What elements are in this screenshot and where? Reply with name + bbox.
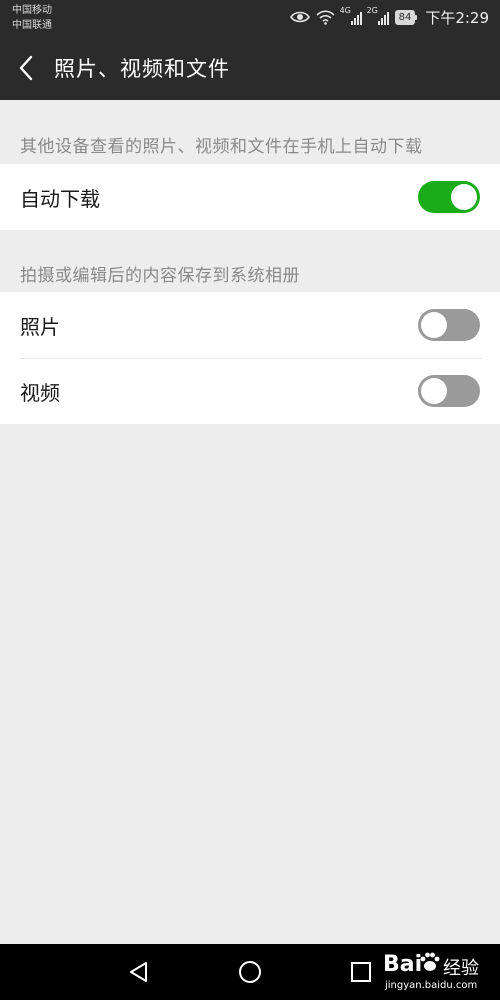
battery-level: 84 [398, 11, 412, 23]
screen: 中国移动 中国联通 4G 2G 84 下午2:29 照片、视频和文件 其他设备查… [0, 0, 500, 1000]
settings-group-save-to-album: 照片 视频 [0, 292, 500, 424]
carrier-2: 中国联通 [12, 20, 52, 31]
paw-icon [420, 952, 440, 971]
section-caption-save-to-album: 拍摄或编辑后的内容保存到系统相册 [20, 266, 300, 286]
carrier-info: 中国移动 中国联通 [12, 3, 52, 33]
battery-icon: 84 [394, 9, 418, 25]
toggle-knob [421, 312, 447, 338]
nav-back-button[interactable] [125, 958, 153, 986]
watermark-brand-a: Bai [383, 952, 423, 977]
signal-4g-icon: 4G [339, 6, 362, 25]
clock: 下午2:29 [425, 8, 489, 27]
wifi-icon [316, 9, 335, 25]
back-arrow-icon [19, 55, 33, 81]
auto-download-toggle[interactable] [418, 181, 480, 213]
setting-row-videos[interactable]: 视频 [0, 358, 500, 424]
net-type-1: 4G [339, 6, 351, 15]
status-bar: 中国移动 中国联通 4G 2G 84 下午2:29 [0, 0, 500, 36]
toggle-knob [451, 184, 477, 210]
setting-row-photos[interactable]: 照片 [0, 292, 500, 358]
nav-recents-button[interactable] [347, 958, 375, 986]
setting-label: 照片 [20, 314, 60, 339]
triangle-back-icon [130, 962, 147, 982]
watermark-url: jingyan.baidu.com [385, 980, 478, 991]
page-title: 照片、视频和文件 [54, 57, 230, 81]
circle-home-icon [239, 961, 261, 983]
nav-home-button[interactable] [236, 958, 264, 986]
status-icons: 4G 2G 84 下午2:29 [289, 6, 489, 28]
section-caption-auto-download: 其他设备查看的照片、视频和文件在手机上自动下载 [20, 137, 423, 157]
setting-row-auto-download[interactable]: 自动下载 [0, 164, 500, 230]
square-recents-icon [351, 962, 371, 982]
toggle-knob [421, 378, 447, 404]
eye-icon [289, 11, 310, 23]
videos-toggle[interactable] [418, 375, 480, 407]
carrier-1: 中国移动 [12, 5, 52, 16]
back-button[interactable] [0, 36, 52, 100]
watermark-brand-b: 经验 [443, 958, 479, 979]
setting-label: 视频 [20, 380, 60, 405]
net-type-2: 2G [366, 6, 378, 15]
signal-2g-icon: 2G [366, 6, 389, 25]
settings-group-auto-download: 自动下载 [0, 164, 500, 230]
photos-toggle[interactable] [418, 309, 480, 341]
setting-label: 自动下载 [20, 186, 100, 211]
baidu-jingyan-watermark: Bai 经验 jingyan.baidu.com [383, 950, 495, 998]
title-bar: 照片、视频和文件 [0, 36, 500, 100]
